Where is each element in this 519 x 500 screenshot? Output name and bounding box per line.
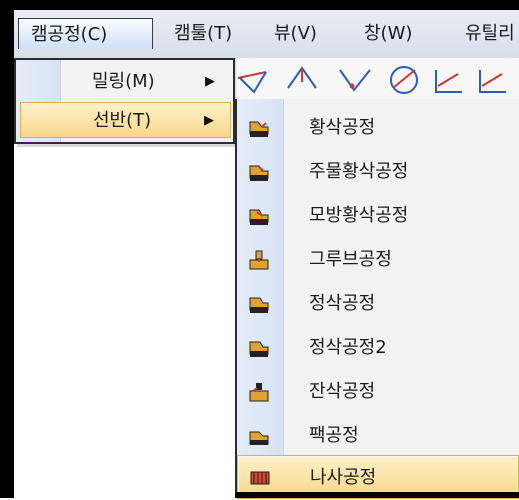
submenu-item-finish-turning-2[interactable]: 정삭공정2 xyxy=(237,326,519,370)
lathe-submenu: 황삭공정 주물황삭공정 모방황삭공정 그루브공정 정삭공정 정삭공정2 잔삭공정… xyxy=(235,99,519,499)
submenu-item-finish-turning[interactable]: 정삭공정 xyxy=(237,282,519,326)
tool-4-icon[interactable] xyxy=(390,66,418,94)
menu-item-label: 밀링(M) xyxy=(92,71,155,92)
tool-6-icon[interactable] xyxy=(479,70,506,93)
tool-2-icon[interactable] xyxy=(287,66,317,89)
submenu-item-casting-rough-turning[interactable]: 주물황삭공정 xyxy=(237,150,519,194)
tool-1-icon[interactable] xyxy=(237,71,267,94)
rough-turning-icon xyxy=(249,121,269,137)
submenu-arrow-icon: ▶ xyxy=(205,74,215,89)
left-border xyxy=(0,0,14,498)
app-window: 캠공정(C) 캠툴(T) 뷰(V) 창(W) 유틸리 밀링(M) ▶ 선반(T)… xyxy=(0,0,519,499)
tool-3-icon[interactable] xyxy=(339,69,371,92)
submenu-item-label: 잔삭공정 xyxy=(309,381,376,402)
menu-cam-tool[interactable]: 캠툴(T) xyxy=(162,18,244,49)
menu-item-milling[interactable]: 밀링(M) ▶ xyxy=(20,64,231,100)
menu-utility[interactable]: 유틸리 xyxy=(453,18,519,49)
groove-icon xyxy=(249,250,269,270)
submenu-item-label: 모방황삭공정 xyxy=(309,205,409,226)
submenu-item-label: 주물황삭공정 xyxy=(309,161,409,182)
submenu-item-label: 황삭공정 xyxy=(309,117,376,138)
submenu-item-pack-process[interactable]: 팩공정 xyxy=(237,414,519,458)
submenu-item-label: 그루브공정 xyxy=(309,249,392,270)
menu-cam-process[interactable]: 캠공정(C) xyxy=(18,18,153,49)
finish-turning-2-icon xyxy=(249,341,269,357)
menu-item-label: 선반(T) xyxy=(93,110,152,131)
pack-process-icon xyxy=(249,431,269,445)
menu-window[interactable]: 창(W) xyxy=(352,18,424,49)
submenu-item-copy-rough-turning[interactable]: 모방황삭공정 xyxy=(237,194,519,238)
menu-bar: 캠공정(C) 캠툴(T) 뷰(V) 창(W) 유틸리 xyxy=(14,10,519,59)
submenu-item-label: 정삭공정2 xyxy=(309,337,387,358)
copy-rough-turning-icon xyxy=(249,209,269,225)
menu-view[interactable]: 뷰(V) xyxy=(262,18,329,49)
submenu-item-label: 정삭공정 xyxy=(309,293,376,314)
submenu-arrow-icon: ▶ xyxy=(204,113,214,128)
tool-5-icon[interactable] xyxy=(435,70,462,93)
submenu-item-rough-turning[interactable]: 황삭공정 xyxy=(237,106,519,150)
bottom-edge xyxy=(235,492,519,498)
top-border xyxy=(0,0,519,10)
finish-turning-icon xyxy=(249,297,269,313)
casting-rough-turning-icon xyxy=(249,165,269,181)
submenu-item-label: 팩공정 xyxy=(309,425,359,446)
rest-machining-icon xyxy=(249,383,269,402)
toolbar-strip xyxy=(236,58,519,99)
toolbar-icons xyxy=(237,66,506,94)
thread-process-icon xyxy=(250,471,270,485)
submenu-item-groove[interactable]: 그루브공정 xyxy=(237,238,519,282)
cam-process-menu: 밀링(M) ▶ 선반(T) ▶ xyxy=(14,58,235,144)
menu-item-lathe[interactable]: 선반(T) ▶ xyxy=(20,102,231,138)
submenu-item-rest-machining[interactable]: 잔삭공정 xyxy=(237,370,519,414)
